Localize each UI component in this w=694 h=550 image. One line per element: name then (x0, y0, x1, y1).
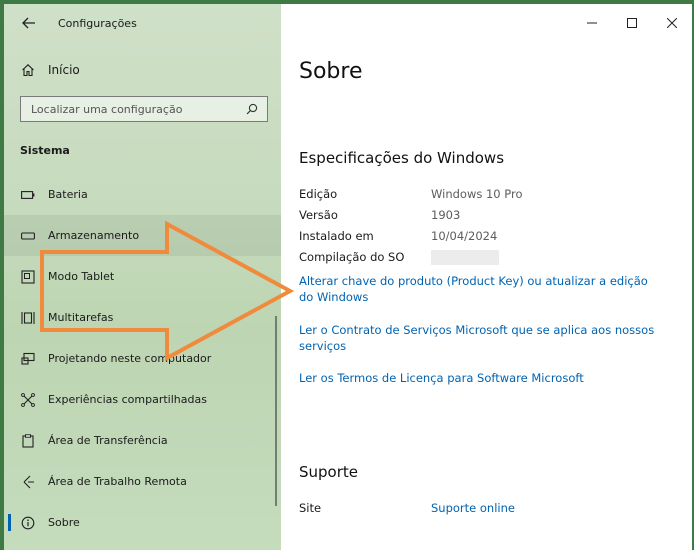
sidebar-scrollbar[interactable] (275, 316, 277, 506)
sidebar-item-tablet-mode[interactable]: Modo Tablet (4, 256, 281, 297)
sidebar-item-clipboard[interactable]: Área de Transferência (4, 420, 281, 461)
sidebar-item-label: Modo Tablet (48, 270, 115, 283)
license-terms-link[interactable]: Ler os Termos de Licença para Software M… (299, 370, 655, 386)
sidebar-item-label: Armazenamento (48, 229, 140, 242)
change-product-key-link[interactable]: Alterar chave do produto (Product Key) o… (299, 273, 655, 305)
services-agreement-link[interactable]: Ler o Contrato de Serviços Microsoft que… (299, 322, 655, 354)
sidebar-item-label: Experiências compartilhadas (48, 393, 207, 406)
info-icon (20, 515, 36, 531)
nav-list: Bateria Armazenamento Modo Tablet Multit… (4, 174, 281, 543)
redacted-value (431, 250, 499, 265)
specs-heading: Especificações do Windows (299, 149, 505, 167)
main-content: Sobre Especificações do Windows Edição W… (281, 4, 692, 550)
projecting-icon (20, 351, 36, 367)
sidebar-item-label: Bateria (48, 188, 88, 201)
clipboard-icon (20, 433, 36, 449)
support-heading: Suporte (299, 463, 359, 481)
sidebar-item-label: Projetando neste computador (48, 352, 212, 365)
sidebar-item-remote-desktop[interactable]: Área de Trabalho Remota (4, 461, 281, 502)
sidebar: Configurações Início Sistema Bateria (4, 4, 281, 550)
spec-label: Compilação do SO (299, 250, 405, 264)
spec-row-version: Versão 1903 (299, 208, 460, 222)
shared-experiences-icon (20, 392, 36, 408)
nav-home[interactable]: Início (4, 54, 281, 86)
support-online-link[interactable]: Suporte online (431, 501, 515, 515)
sidebar-item-label: Multitarefas (48, 311, 114, 324)
sidebar-item-multitasking[interactable]: Multitarefas (4, 297, 281, 338)
minimize-icon (587, 22, 597, 24)
battery-icon (20, 187, 36, 203)
close-button[interactable] (652, 4, 692, 42)
sidebar-item-label: Sobre (48, 516, 80, 529)
search-box[interactable] (20, 96, 268, 122)
storage-icon (20, 228, 36, 244)
spec-label: Versão (299, 208, 338, 222)
remote-desktop-icon (20, 474, 36, 490)
sidebar-item-projecting[interactable]: Projetando neste computador (4, 338, 281, 379)
sidebar-item-label: Área de Trabalho Remota (48, 475, 187, 488)
maximize-icon (627, 18, 637, 28)
app-title: Configurações (58, 16, 137, 30)
minimize-button[interactable] (572, 4, 612, 42)
sidebar-item-about[interactable]: Sobre (4, 502, 281, 543)
spec-row-os-build: Compilação do SO (299, 250, 499, 265)
nav-home-label: Início (48, 63, 80, 77)
maximize-button[interactable] (612, 4, 652, 42)
support-site-label: Site (299, 501, 322, 515)
sidebar-item-shared-experiences[interactable]: Experiências compartilhadas (4, 379, 281, 420)
spec-row-edition: Edição Windows 10 Pro (299, 187, 523, 201)
spec-value: Windows 10 Pro (431, 187, 523, 201)
settings-window: Configurações Início Sistema Bateria (4, 4, 692, 550)
spec-value: 10/04/2024 (431, 229, 498, 243)
back-arrow-icon[interactable] (20, 14, 38, 32)
search-input[interactable] (31, 102, 245, 116)
window-controls (572, 4, 692, 42)
spec-row-installed: Instalado em 10/04/2024 (299, 229, 497, 243)
tablet-mode-icon (20, 269, 36, 285)
multitasking-icon (20, 310, 36, 326)
section-title: Sistema (20, 144, 70, 157)
title-bar: Configurações (4, 4, 281, 42)
close-icon (667, 18, 677, 28)
spec-label: Edição (299, 187, 338, 201)
page-title: Sobre (299, 59, 363, 84)
spec-value: 1903 (431, 208, 461, 222)
home-icon (20, 63, 36, 77)
spec-label: Instalado em (299, 229, 374, 243)
support-row-site: Site Suporte online (299, 501, 515, 515)
sidebar-item-battery[interactable]: Bateria (4, 174, 281, 215)
sidebar-item-label: Área de Transferência (48, 434, 168, 447)
sidebar-item-storage[interactable]: Armazenamento (4, 215, 281, 256)
search-icon[interactable] (245, 102, 259, 116)
